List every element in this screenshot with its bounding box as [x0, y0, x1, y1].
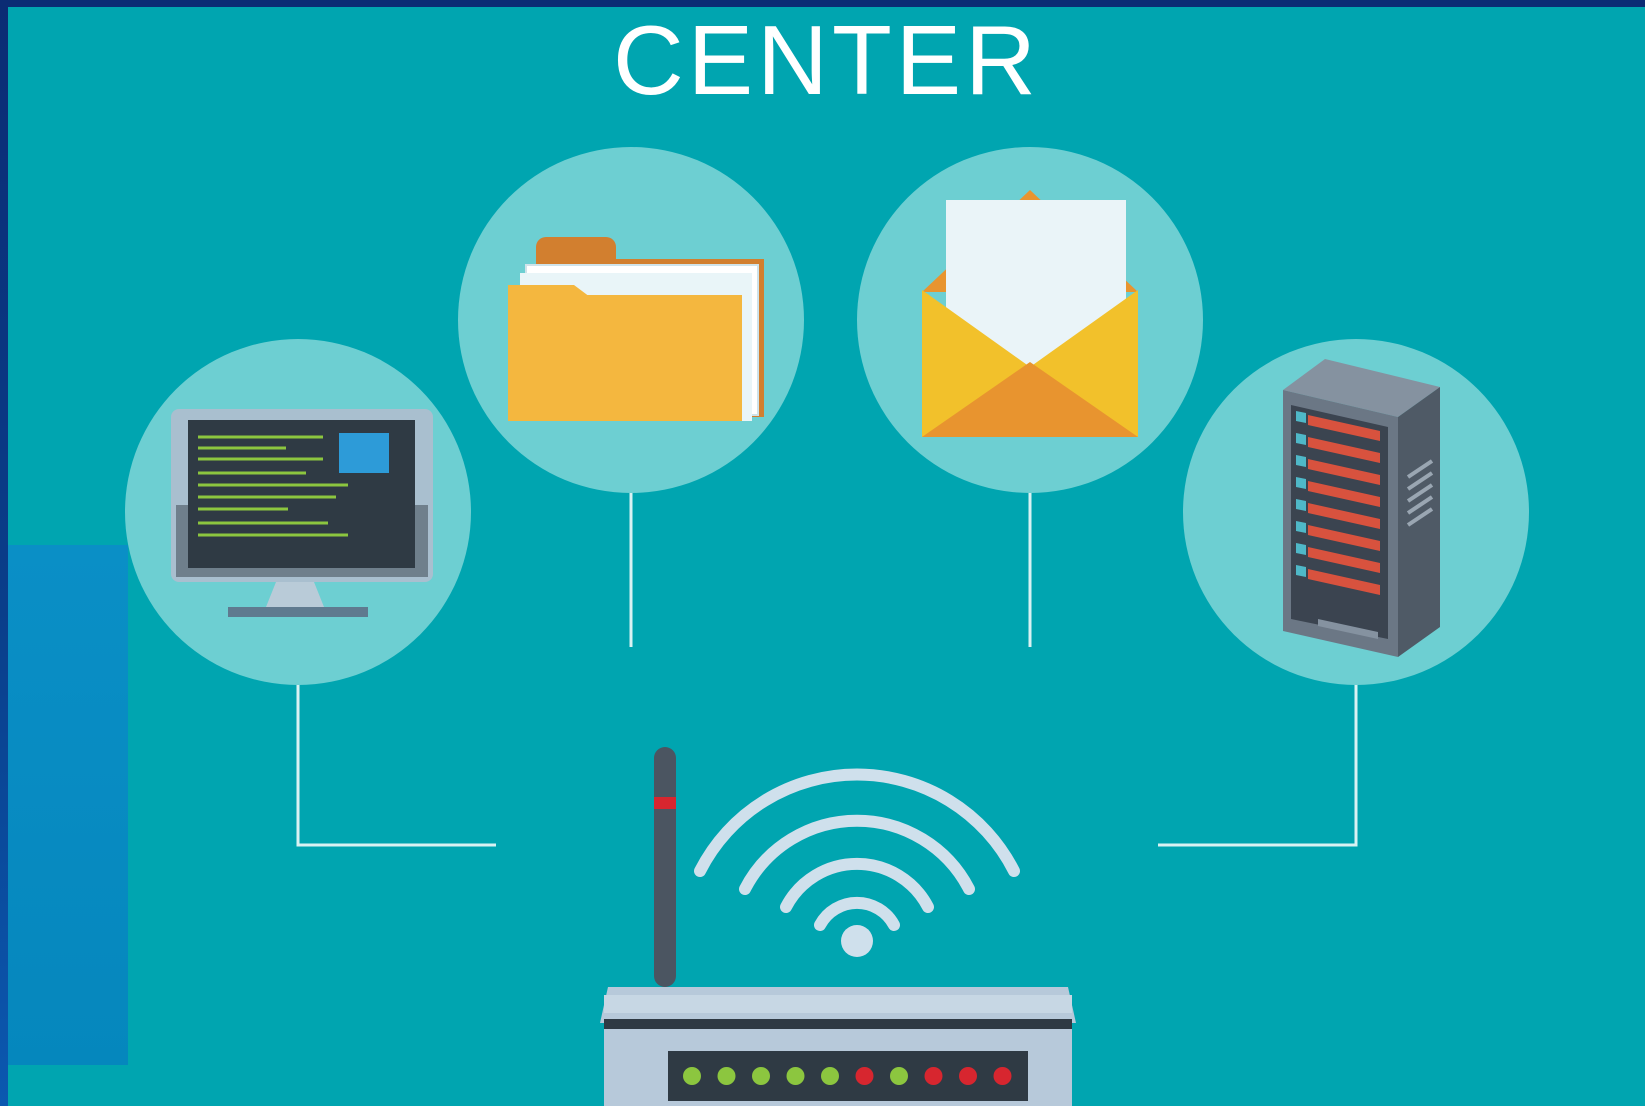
page-frame: CENTER [0, 0, 1645, 1106]
led-green [821, 1067, 839, 1085]
envelope-icon [922, 190, 1138, 437]
led-green [890, 1067, 908, 1085]
antenna [654, 747, 676, 987]
line-server [1158, 677, 1358, 847]
wifi-dot [841, 925, 873, 957]
server-node [1183, 339, 1529, 685]
folder-icon [508, 237, 764, 421]
led-green [683, 1067, 701, 1085]
led-red [855, 1067, 874, 1085]
led-green [717, 1067, 736, 1085]
folder-node [458, 147, 804, 493]
illustration-stage: CENTER [8, 7, 1645, 1106]
wifi-signal-icon [694, 768, 1020, 931]
envelope-node [857, 147, 1203, 493]
led-green [786, 1067, 805, 1085]
wifi-router-icon [600, 747, 1076, 1106]
monitor-node [125, 339, 471, 685]
led-red [959, 1067, 977, 1085]
led-green [752, 1067, 770, 1085]
server-rack-icon [1283, 359, 1440, 657]
led-red [993, 1067, 1012, 1085]
led-red [924, 1067, 943, 1085]
line-monitor [296, 677, 496, 847]
network-diagram [125, 147, 1529, 1106]
